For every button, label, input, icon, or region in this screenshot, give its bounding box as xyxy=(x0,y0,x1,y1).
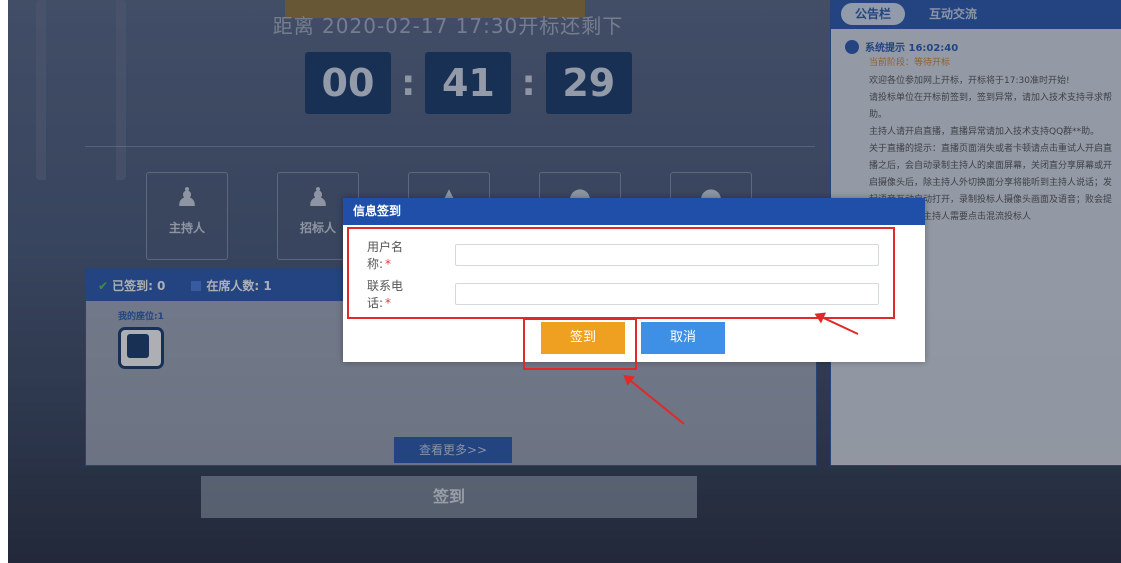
dialog-title: 信息签到 xyxy=(343,198,925,225)
button-highlight-box xyxy=(523,318,637,370)
cancel-button[interactable]: 取消 xyxy=(641,322,725,354)
fields-highlight-box xyxy=(347,227,895,319)
